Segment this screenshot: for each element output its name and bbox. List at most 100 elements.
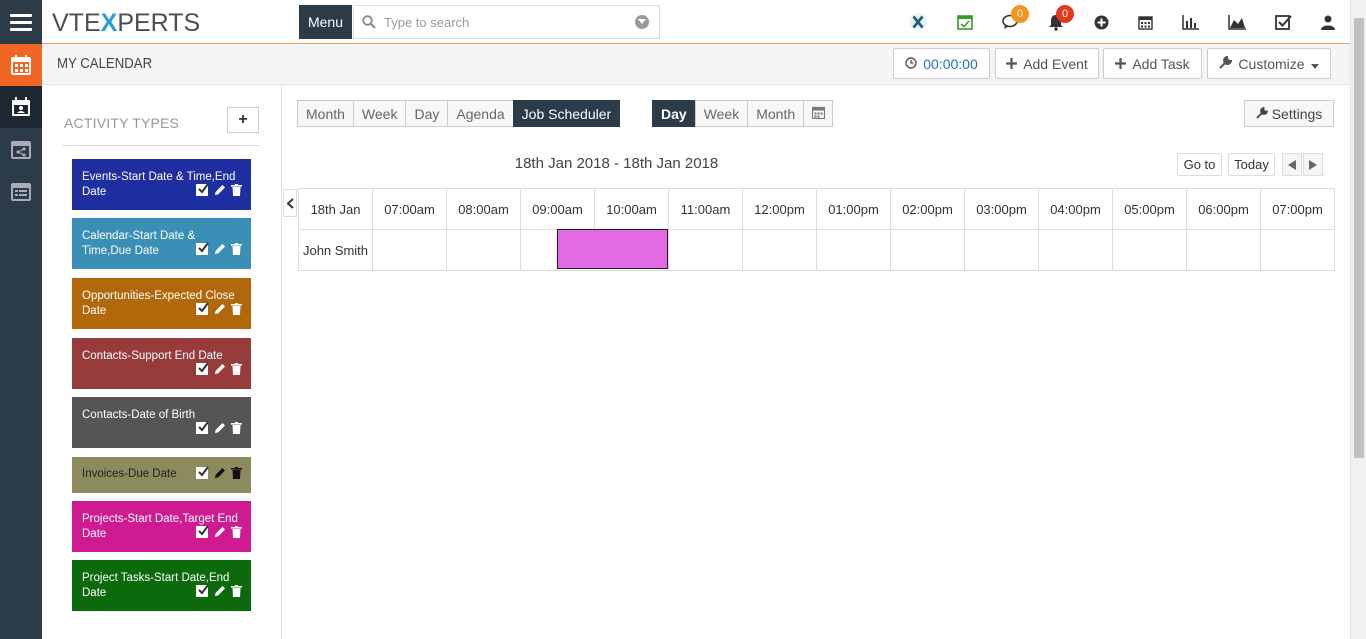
calendar-icon[interactable] [1135,12,1155,32]
schedule-cell[interactable] [668,229,743,271]
calendar-main: Month Week Day Agenda Job Scheduler Day … [283,85,1350,639]
notification-bell-icon[interactable]: 0 [1046,5,1074,32]
date-picker-button[interactable] [803,100,834,127]
checkbox-icon[interactable] [196,466,209,484]
quick-create-plus-icon[interactable] [1091,12,1111,32]
time-slot-header: 11:00am [668,188,743,230]
rail-my-calendar-icon[interactable] [0,86,42,128]
activity-type-card[interactable]: Calendar-Start Date & Time,Due Date [72,218,251,269]
time-slot-header: 08:00am [446,188,521,230]
rail-shared-calendar-icon[interactable] [0,128,42,170]
collapse-sidebar-chevron-icon[interactable] [283,189,297,217]
area-chart-icon[interactable] [1227,12,1247,32]
customize-button[interactable]: Customize [1207,48,1331,79]
schedule-cell[interactable] [1260,229,1335,271]
time-slot-header: 06:00pm [1186,188,1261,230]
edit-pencil-icon[interactable] [214,467,226,484]
wrench-icon [1219,55,1233,72]
delete-trash-icon[interactable] [231,421,242,439]
date-range-title: 18th Jan 2018 - 18th Jan 2018 [514,155,719,172]
checkbox-icon[interactable] [196,183,209,201]
resource-row: John Smith [298,229,1335,271]
schedule-cell[interactable] [1038,229,1113,271]
activity-type-card[interactable]: Project Tasks-Start Date,End Date [72,560,251,611]
reports-bar-chart-icon[interactable] [1180,12,1200,32]
checkbox-icon[interactable] [196,584,209,602]
schedule-cell[interactable] [446,229,521,271]
schedule-cell[interactable] [1186,229,1261,271]
app: VTEXPERTS Menu 0 0 [0,0,1366,639]
activity-type-card[interactable]: Events-Start Date & Time,End Date [72,159,251,210]
add-event-label: Add Event [1023,55,1088,72]
settings-button[interactable]: Settings [1244,100,1334,127]
edit-pencil-icon[interactable] [214,184,226,201]
sched-tab-day[interactable]: Day [652,100,696,127]
edit-pencil-icon[interactable] [214,585,226,602]
wrench-icon [1256,106,1268,122]
checkbox-tasks-icon[interactable] [1273,12,1293,32]
search-dropdown-icon[interactable] [635,15,649,29]
rail-list-calendar-icon[interactable] [0,170,42,212]
tab-job-scheduler[interactable]: Job Scheduler [512,100,621,127]
delete-trash-icon[interactable] [231,466,242,484]
add-task-label: Add Task [1132,55,1190,72]
edit-pencil-icon[interactable] [214,243,226,260]
schedule-cell[interactable] [742,229,817,271]
schedule-cell[interactable] [1112,229,1187,271]
checkbox-icon[interactable] [196,421,209,439]
prev-arrow-icon[interactable] [1282,153,1302,176]
add-event-button[interactable]: Add Event [995,48,1099,79]
delete-trash-icon[interactable] [231,302,242,320]
scheduled-event-block[interactable] [557,229,668,269]
sched-tab-month[interactable]: Month [747,100,805,127]
view-tabs: Month Week Day Agenda Job Scheduler [297,100,621,127]
next-arrow-icon[interactable] [1303,153,1323,176]
edit-pencil-icon[interactable] [214,422,226,439]
activity-type-card[interactable]: Opportunities-Expected Close Date [72,278,251,329]
user-profile-icon[interactable] [1318,12,1338,32]
delete-trash-icon[interactable] [231,362,242,380]
tab-agenda[interactable]: Agenda [447,100,514,127]
hamburger-menu-icon[interactable] [0,0,42,44]
tab-week[interactable]: Week [352,100,407,127]
activity-type-card[interactable]: Invoices-Due Date [72,457,251,493]
time-slot-header: 02:00pm [890,188,965,230]
rail-calendar-icon[interactable] [0,44,42,86]
tab-day[interactable]: Day [405,100,449,127]
sched-tab-week[interactable]: Week [694,100,749,127]
schedule-cell[interactable] [890,229,965,271]
chat-icon[interactable]: 0 [1001,5,1029,32]
today-button[interactable]: Today [1228,153,1275,176]
edit-pencil-icon[interactable] [214,526,226,543]
schedule-cell[interactable] [816,229,891,271]
delete-trash-icon[interactable] [231,584,242,602]
checkbox-icon[interactable] [196,525,209,543]
vtexperts-x-icon[interactable] [908,12,928,32]
time-slot-header: 04:00pm [1038,188,1113,230]
add-activity-type-button[interactable]: + [227,107,259,133]
go-to-button[interactable]: Go to [1177,153,1222,176]
vtexperts-logo[interactable]: VTEXPERTS [52,9,200,38]
tab-month[interactable]: Month [297,100,354,127]
checkbox-icon[interactable] [196,242,209,260]
task-calendar-icon[interactable] [955,12,975,32]
activity-type-card[interactable]: Projects-Start Date,Target End Date [72,501,251,552]
delete-trash-icon[interactable] [231,242,242,260]
checkbox-icon[interactable] [196,362,209,380]
scrollbar-thumb[interactable] [1354,18,1364,458]
checkbox-icon[interactable] [196,302,209,320]
schedule-cell[interactable] [964,229,1039,271]
timer-value: 00:00:00 [923,55,978,72]
delete-trash-icon[interactable] [231,183,242,201]
schedule-cell[interactable] [372,229,447,271]
delete-trash-icon[interactable] [231,525,242,543]
timer-button[interactable]: 00:00:00 [893,48,990,79]
page-scrollbar[interactable] [1350,0,1366,639]
add-task-button[interactable]: Add Task [1103,48,1202,79]
activity-type-card[interactable]: Contacts-Date of Birth [72,397,251,448]
menu-button[interactable]: Menu [299,5,352,39]
edit-pencil-icon[interactable] [214,363,226,380]
edit-pencil-icon[interactable] [214,303,226,320]
activity-type-card[interactable]: Contacts-Support End Date [72,338,251,389]
search-input[interactable] [384,14,634,30]
